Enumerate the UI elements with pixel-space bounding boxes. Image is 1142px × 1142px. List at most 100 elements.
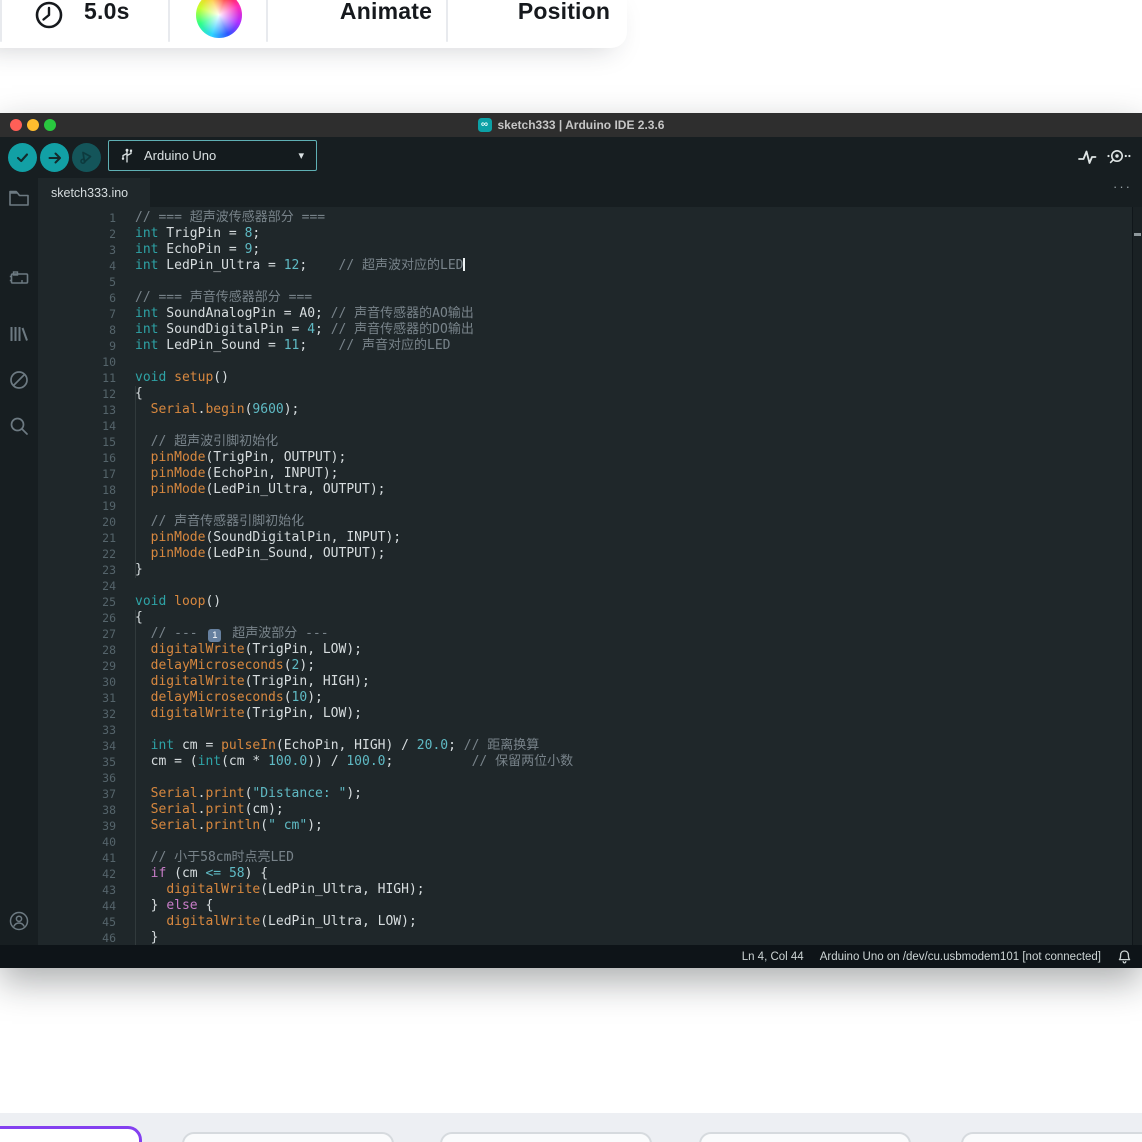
code-token: loop: [174, 594, 205, 609]
code-line[interactable]: [38, 770, 1133, 786]
code-token: delayMicroseconds: [151, 690, 284, 705]
code-line[interactable]: digitalWrite(LedPin_Ultra, HIGH);: [38, 882, 1133, 898]
clip-card[interactable]: [961, 1132, 1142, 1142]
code-line[interactable]: digitalWrite(TrigPin, LOW);: [38, 706, 1133, 722]
code-token: );: [284, 402, 300, 417]
code-line[interactable]: // === 声音传感器部分 ===: [38, 290, 1133, 306]
code-editor[interactable]: 1234567891011121314151617181920212223242…: [38, 207, 1142, 945]
notifications-button[interactable]: [1117, 949, 1132, 965]
code-line[interactable]: Serial.println(" cm");: [38, 818, 1133, 834]
color-wheel-button[interactable]: [196, 0, 242, 38]
code-line[interactable]: [38, 354, 1133, 370]
sidebar-item-library-manager[interactable]: [7, 322, 31, 346]
code-token: [135, 658, 151, 673]
code-line[interactable]: delayMicroseconds(2);: [38, 658, 1133, 674]
serial-monitor-button[interactable]: [1106, 146, 1132, 168]
code-line[interactable]: Serial.print(cm);: [38, 802, 1133, 818]
verify-button[interactable]: [8, 143, 37, 172]
sidebar-item-boards-manager[interactable]: [7, 266, 31, 290]
code-line[interactable]: }: [38, 562, 1133, 578]
code-line[interactable]: {: [38, 386, 1133, 402]
code-line[interactable]: Serial.begin(9600);: [38, 402, 1133, 418]
upload-button[interactable]: [40, 143, 69, 172]
scrollbar[interactable]: [1132, 207, 1142, 945]
code-line[interactable]: int SoundDigitalPin = 4; // 声音传感器的DO输出: [38, 322, 1133, 338]
code-line[interactable]: // 声音传感器引脚初始化: [38, 514, 1133, 530]
tab-sketch333[interactable]: sketch333.ino: [38, 178, 150, 207]
code-line[interactable]: int SoundAnalogPin = A0; // 声音传感器的AO输出: [38, 306, 1133, 322]
code-token: pinMode: [151, 546, 206, 561]
code-token: [135, 914, 166, 929]
code-line[interactable]: [38, 274, 1133, 290]
code-line[interactable]: delayMicroseconds(10);: [38, 690, 1133, 706]
clip-tray: [0, 1113, 1142, 1142]
minimize-window-button[interactable]: [27, 119, 39, 131]
code-line[interactable]: [38, 722, 1133, 738]
code-line[interactable]: }: [38, 930, 1133, 945]
code-token: [135, 626, 151, 641]
sidebar-item-account[interactable]: [7, 909, 31, 933]
code-token: // 声音传感器的AO输出: [331, 306, 474, 321]
code-line[interactable]: int LedPin_Ultra = 12; // 超声波对应的LED: [38, 258, 1133, 274]
code-line[interactable]: pinMode(LedPin_Ultra, OUTPUT);: [38, 482, 1133, 498]
code-line[interactable]: } else {: [38, 898, 1133, 914]
code-token: pinMode: [151, 482, 206, 497]
debug-button[interactable]: [72, 143, 101, 172]
code-token: 11: [284, 338, 300, 353]
code-token: 20.0: [417, 738, 448, 753]
code-token: 58: [229, 866, 245, 881]
code-line[interactable]: pinMode(LedPin_Sound, OUTPUT);: [38, 546, 1133, 562]
code-token: digitalWrite: [151, 706, 245, 721]
code-line[interactable]: [38, 578, 1133, 594]
duration-button[interactable]: [34, 0, 64, 30]
clip-card[interactable]: [440, 1132, 652, 1142]
tab-overflow-menu[interactable]: ···: [1113, 179, 1132, 194]
code-line[interactable]: if (cm <= 58) {: [38, 866, 1133, 882]
code-line[interactable]: int TrigPin = 8;: [38, 226, 1133, 242]
code-token: // 声音传感器引脚初始化: [151, 514, 304, 529]
code-line[interactable]: // --- 1 超声波部分 ---: [38, 626, 1133, 642]
code-token: cm =: [174, 738, 221, 753]
code-line[interactable]: int cm = pulseIn(EchoPin, HIGH) / 20.0; …: [38, 738, 1133, 754]
code-line[interactable]: pinMode(TrigPin, OUTPUT);: [38, 450, 1133, 466]
sidebar-item-sketchbook[interactable]: [7, 186, 31, 210]
code-line[interactable]: [38, 834, 1133, 850]
code-token: // 超声波引脚初始化: [151, 434, 278, 449]
code-line[interactable]: // 超声波引脚初始化: [38, 434, 1133, 450]
code-line[interactable]: digitalWrite(LedPin_Ultra, LOW);: [38, 914, 1133, 930]
code-line[interactable]: // === 超声波传感器部分 ===: [38, 210, 1133, 226]
window-title: sketch333 | Arduino IDE 2.3.6: [498, 118, 665, 132]
duration-label[interactable]: 5.0s: [84, 0, 130, 25]
code-line[interactable]: {: [38, 610, 1133, 626]
code-line[interactable]: [38, 498, 1133, 514]
code-line[interactable]: pinMode(SoundDigitalPin, INPUT);: [38, 530, 1133, 546]
serial-plotter-button[interactable]: [1076, 146, 1098, 168]
code-token: int: [135, 258, 158, 273]
code-token: "Distance: ": [252, 786, 346, 801]
clip-card[interactable]: [182, 1132, 394, 1142]
code-line[interactable]: digitalWrite(TrigPin, LOW);: [38, 642, 1133, 658]
code-line[interactable]: [38, 418, 1133, 434]
close-window-button[interactable]: [10, 119, 22, 131]
zoom-window-button[interactable]: [44, 119, 56, 131]
code-line[interactable]: // 小于58cm时点亮LED: [38, 850, 1133, 866]
code-line[interactable]: void setup(): [38, 370, 1133, 386]
sidebar-item-debug[interactable]: [7, 368, 31, 392]
code-token: SoundAnalogPin = A0;: [158, 306, 330, 321]
circuit-board-icon: [7, 266, 31, 290]
board-selector-dropdown[interactable]: Arduino Uno ▾: [108, 140, 317, 171]
code-line[interactable]: pinMode(EchoPin, INPUT);: [38, 466, 1133, 482]
code-line[interactable]: Serial.print("Distance: ");: [38, 786, 1133, 802]
clip-card-selected[interactable]: [0, 1126, 142, 1142]
code-line[interactable]: digitalWrite(TrigPin, HIGH);: [38, 674, 1133, 690]
code-line[interactable]: void loop(): [38, 594, 1133, 610]
code-line[interactable]: int LedPin_Sound = 11; // 声音对应的LED: [38, 338, 1133, 354]
position-button[interactable]: Position: [478, 0, 650, 25]
clip-card[interactable]: [699, 1132, 911, 1142]
sidebar-item-search[interactable]: [7, 414, 31, 438]
window-titlebar[interactable]: ∞ sketch333 | Arduino IDE 2.3.6: [0, 113, 1142, 137]
code-token: {: [198, 898, 214, 913]
code-line[interactable]: int EchoPin = 9;: [38, 242, 1133, 258]
code-line[interactable]: cm = (int(cm * 100.0)) / 100.0; // 保留两位小…: [38, 754, 1133, 770]
code-token: );: [346, 786, 362, 801]
